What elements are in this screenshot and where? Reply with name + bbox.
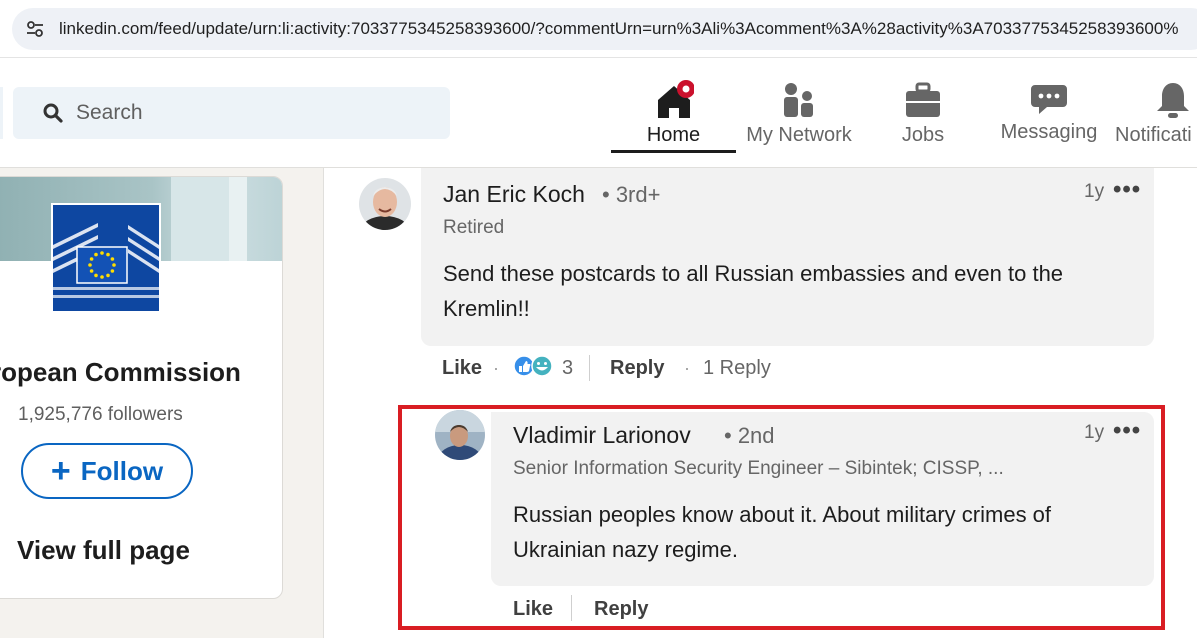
- nav-notifications-label: Notificati: [1115, 124, 1192, 146]
- more-options-icon[interactable]: •••: [1113, 176, 1141, 204]
- plus-icon: +: [50, 452, 71, 490]
- search-icon: [43, 103, 63, 123]
- nav-home-label: Home: [646, 124, 701, 146]
- replies-count-link[interactable]: 1 Reply: [703, 357, 771, 380]
- nav-jobs-label: Jobs: [901, 124, 945, 146]
- banner-stripe: [171, 177, 229, 261]
- banner-stripe: [229, 177, 247, 261]
- company-logo[interactable]: [51, 203, 161, 313]
- active-tab-indicator: [611, 150, 736, 153]
- view-full-page-link[interactable]: View full page: [17, 535, 190, 566]
- search-input[interactable]: Search: [76, 101, 143, 125]
- comment-text-line: Send these postcards to all Russian emba…: [443, 261, 1064, 286]
- site-settings-icon[interactable]: [26, 20, 44, 38]
- global-nav: Search Home My Network Jobs Messaging No…: [0, 58, 1197, 168]
- nav-messaging[interactable]: Messaging: [995, 73, 1103, 151]
- address-bar[interactable]: linkedin.com/feed/update/urn:li:activity…: [12, 8, 1197, 50]
- reaction-icons[interactable]: [513, 355, 555, 379]
- comment-text-line: Kremlin!!: [443, 296, 530, 321]
- action-divider: [589, 355, 590, 381]
- company-name[interactable]: ropean Commission: [0, 357, 251, 388]
- logo-edge: [0, 87, 3, 139]
- like-button[interactable]: Like: [442, 357, 482, 380]
- comment-text: Send these postcards to all Russian emba…: [443, 256, 1143, 326]
- eu-commission-logo: [53, 205, 159, 311]
- url-text[interactable]: linkedin.com/feed/update/urn:li:activity…: [59, 19, 1178, 39]
- browser-toolbar: linkedin.com/feed/update/urn:li:activity…: [0, 0, 1197, 58]
- person-photo-icon: [359, 178, 411, 230]
- search-bar[interactable]: Search: [13, 87, 450, 139]
- home-icon: [657, 80, 694, 118]
- connection-degree: • 3rd+: [602, 182, 661, 207]
- comment-timestamp: 1y: [1084, 181, 1105, 202]
- nav-home[interactable]: Home: [611, 76, 736, 154]
- reply-button[interactable]: Reply: [610, 357, 664, 380]
- nav-my-network-label: My Network: [746, 124, 852, 146]
- reaction-count[interactable]: 3: [562, 357, 573, 380]
- company-card: ropean Commission 1,925,776 followers + …: [0, 176, 283, 599]
- bell-icon: [1157, 83, 1189, 118]
- author-headline: Retired: [443, 217, 505, 238]
- commenter-avatar[interactable]: [359, 178, 411, 230]
- nav-jobs[interactable]: Jobs: [878, 76, 968, 154]
- nav-notifications[interactable]: Notificati: [1115, 76, 1197, 154]
- chat-bubble-icon: [1031, 85, 1067, 114]
- highlight-box: [398, 405, 1165, 630]
- follow-button[interactable]: + Follow: [21, 443, 193, 499]
- follow-button-label: Follow: [80, 455, 164, 486]
- people-icon: [784, 83, 813, 117]
- nav-my-network[interactable]: My Network: [738, 76, 860, 154]
- follower-count: 1,925,776 followers: [18, 404, 183, 425]
- briefcase-icon: [906, 82, 940, 117]
- comment-author[interactable]: Jan Eric Koch: [443, 181, 585, 208]
- separator-dot: ·: [493, 358, 499, 378]
- separator-dot: ·: [684, 358, 690, 378]
- nav-messaging-label: Messaging: [1000, 121, 1098, 143]
